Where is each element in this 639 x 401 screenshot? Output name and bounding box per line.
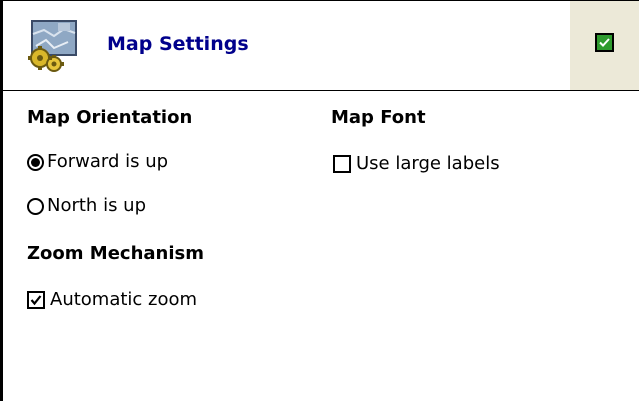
map-settings-icon [24, 18, 78, 72]
radio-button-selected[interactable] [27, 153, 44, 171]
ok-checkbox-icon[interactable] [595, 33, 614, 52]
map-settings-window: Map Settings Map Orientation Forward is … [0, 0, 639, 401]
radio-label-forward: Forward is up [47, 151, 169, 172]
radio-north-is-up[interactable]: North is up [27, 195, 146, 217]
automatic-zoom-option[interactable]: Automatic zoom [27, 289, 197, 311]
automatic-zoom-label: Automatic zoom [50, 289, 198, 310]
large-labels-checkbox[interactable] [333, 155, 351, 173]
zoom-mechanism-heading: Zoom Mechanism [27, 243, 205, 264]
radio-label-north: North is up [47, 195, 146, 216]
ok-button-area[interactable] [570, 1, 639, 90]
large-labels-option[interactable]: Use large labels [333, 153, 500, 175]
radio-forward-is-up[interactable]: Forward is up [27, 151, 168, 173]
map-font-heading: Map Font [331, 107, 426, 128]
radio-button[interactable] [27, 197, 44, 215]
page-title: Map Settings [107, 33, 249, 55]
automatic-zoom-checkbox[interactable] [27, 291, 45, 309]
map-orientation-heading: Map Orientation [27, 107, 193, 128]
title-bar: Map Settings [3, 1, 639, 91]
large-labels-label: Use large labels [356, 153, 500, 174]
